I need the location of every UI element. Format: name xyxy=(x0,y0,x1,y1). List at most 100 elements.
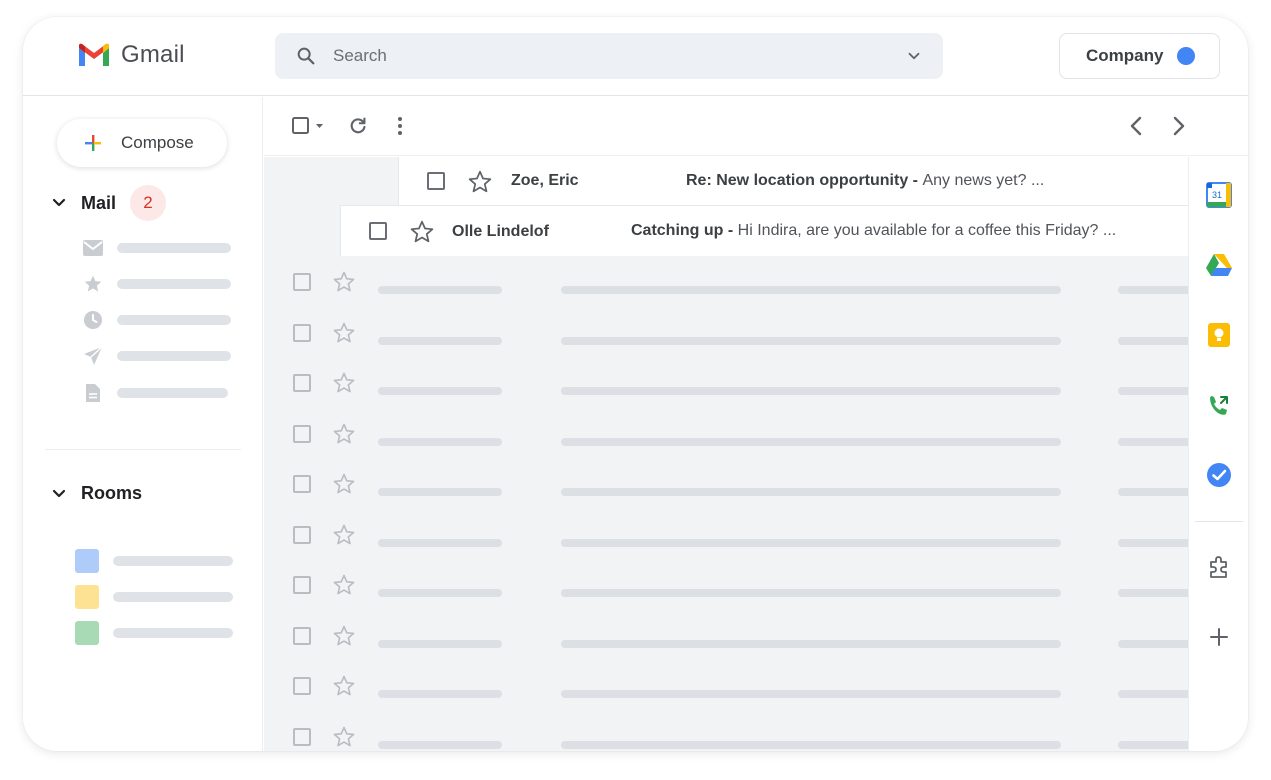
subject-placeholder xyxy=(561,740,1061,749)
sidebar-item-drafts[interactable] xyxy=(83,383,228,403)
email-row-content xyxy=(369,206,387,256)
rooms-section-header[interactable]: Rooms xyxy=(51,483,142,504)
star-icon xyxy=(83,274,103,294)
tasks-icon[interactable] xyxy=(1205,461,1233,489)
addons-icon[interactable] xyxy=(1205,553,1233,581)
star-icon xyxy=(333,726,355,746)
sidebar: Compose Mail 2 Rooms xyxy=(23,97,263,751)
room-color-swatch xyxy=(75,585,99,609)
subject-placeholder xyxy=(561,387,1061,395)
placeholder-email-row xyxy=(264,510,1188,560)
subject-placeholder xyxy=(561,437,1061,446)
side-panel-divider xyxy=(1195,521,1243,522)
rooms-section-label: Rooms xyxy=(81,483,143,503)
star-icon[interactable] xyxy=(467,169,493,195)
subject-placeholder xyxy=(561,639,1061,648)
sidebar-item-inbox[interactable] xyxy=(83,238,231,258)
star-icon xyxy=(333,524,355,544)
sidebar-item-starred[interactable] xyxy=(83,274,231,294)
sender-placeholder xyxy=(378,538,502,547)
room-label-placeholder xyxy=(113,628,233,638)
unread-count-badge: 2 xyxy=(130,185,167,221)
email-checkbox[interactable] xyxy=(427,172,445,190)
gmail-m-icon xyxy=(79,43,109,66)
send-icon xyxy=(83,346,103,366)
mail-main: Zoe, Eric Re: New location opportunity -… xyxy=(264,97,1248,751)
account-status-dot xyxy=(1177,47,1196,65)
email-row[interactable]: Olle Lindelof Catching up - Hi Indira, a… xyxy=(340,205,1188,256)
nav-label-placeholder xyxy=(117,351,231,361)
star-icon[interactable] xyxy=(409,219,435,245)
mail-section-header[interactable]: Mail 2 xyxy=(51,185,167,221)
room-label-placeholder xyxy=(113,556,233,566)
nav-label-placeholder xyxy=(117,243,231,253)
sender-placeholder xyxy=(378,488,502,496)
sender-placeholder xyxy=(378,387,502,395)
clock-icon xyxy=(83,310,103,330)
calendar-day: 31 xyxy=(1212,190,1222,200)
email-checkbox xyxy=(293,323,311,342)
top-bar: Gmail Search Company xyxy=(23,17,1248,96)
date-placeholder xyxy=(1118,690,1188,698)
email-subject: Catching up - xyxy=(631,222,734,239)
placeholder-email-row xyxy=(264,560,1188,610)
room-label-placeholder xyxy=(113,592,233,602)
email-checkbox xyxy=(293,626,311,645)
email-checkbox xyxy=(293,677,311,695)
gmail-logo[interactable]: Gmail xyxy=(77,41,185,69)
voice-icon[interactable] xyxy=(1205,391,1233,419)
search-icon[interactable] xyxy=(295,45,317,67)
email-checkbox xyxy=(293,475,311,493)
search-options-chevron-icon[interactable] xyxy=(905,47,923,65)
placeholder-email-row xyxy=(264,257,1188,307)
email-checkbox xyxy=(293,576,311,594)
sidebar-item-sent[interactable] xyxy=(83,346,231,366)
add-icon[interactable] xyxy=(1205,623,1233,651)
sender-placeholder xyxy=(378,589,502,597)
email-checkbox xyxy=(293,727,311,746)
next-page-icon[interactable] xyxy=(1167,114,1191,138)
room-color-swatch xyxy=(75,621,99,645)
chevron-down-icon[interactable] xyxy=(51,195,67,211)
drive-icon[interactable] xyxy=(1205,251,1233,279)
sender-placeholder xyxy=(378,437,502,446)
email-checkbox[interactable] xyxy=(369,222,387,240)
search-input[interactable]: Search xyxy=(333,46,905,66)
placeholder-email-row xyxy=(264,358,1188,408)
chevron-down-icon[interactable] xyxy=(51,486,67,502)
placeholder-email-row xyxy=(264,409,1188,459)
email-row[interactable]: Zoe, Eric Re: New location opportunity -… xyxy=(398,157,1188,206)
room-item[interactable] xyxy=(75,549,233,573)
date-placeholder xyxy=(1118,639,1188,648)
draft-icon xyxy=(83,383,103,403)
room-color-swatch xyxy=(75,549,99,573)
room-item[interactable] xyxy=(75,621,233,645)
email-checkbox xyxy=(293,424,311,443)
email-row-content xyxy=(427,157,445,205)
subject-placeholder xyxy=(561,336,1061,345)
prev-page-icon[interactable] xyxy=(1124,114,1148,138)
star-icon xyxy=(333,574,355,595)
date-placeholder xyxy=(1118,437,1188,446)
email-checkbox xyxy=(293,273,311,291)
compose-button[interactable]: Compose xyxy=(57,119,227,167)
star-icon xyxy=(333,625,355,645)
keep-icon[interactable] xyxy=(1205,321,1233,349)
placeholder-email-row xyxy=(264,712,1188,752)
calendar-icon[interactable]: 31 xyxy=(1205,181,1233,209)
mail-section-label: Mail xyxy=(81,192,117,213)
compose-plus-icon xyxy=(85,135,101,151)
email-subject-line: Catching up - Hi Indira, are you availab… xyxy=(631,222,1116,240)
compose-label: Compose xyxy=(121,133,194,152)
star-icon xyxy=(333,473,355,494)
subject-placeholder xyxy=(561,538,1061,547)
refresh-icon[interactable] xyxy=(346,114,370,138)
more-vert-icon[interactable] xyxy=(388,114,412,138)
select-all-checkbox[interactable] xyxy=(290,114,328,138)
room-item[interactable] xyxy=(75,585,233,609)
mail-toolbar xyxy=(264,97,1248,156)
sidebar-item-snoozed[interactable] xyxy=(83,310,231,330)
email-checkbox xyxy=(293,374,311,392)
account-switcher[interactable]: Company xyxy=(1059,33,1220,79)
search-bar[interactable]: Search xyxy=(275,33,943,79)
